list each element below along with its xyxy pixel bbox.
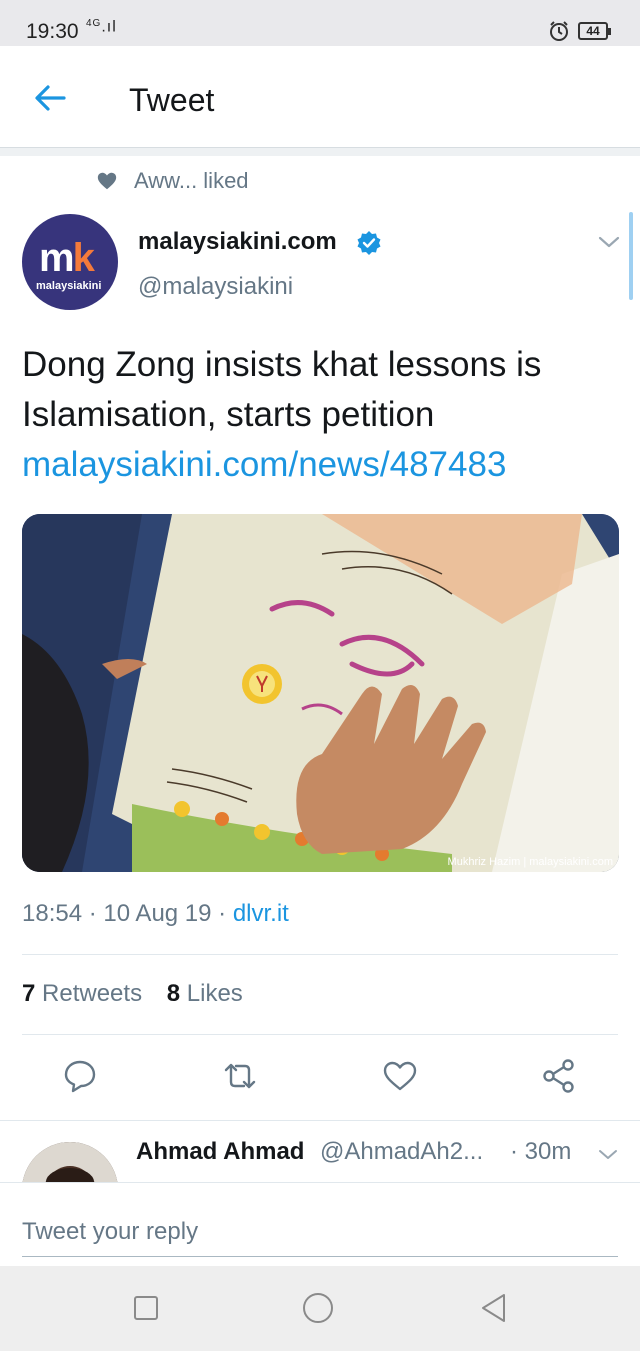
system-nav-bar	[0, 1266, 640, 1351]
social-context[interactable]: Aww... liked	[96, 168, 249, 194]
app-bar: Tweet	[0, 46, 640, 148]
author-name[interactable]: malaysiakini.com	[138, 228, 337, 256]
section-gap	[0, 148, 640, 156]
tweet-timestamp: 18:54 · 10 Aug 19 · dlvr.it	[22, 900, 289, 927]
back-triangle-icon[interactable]	[478, 1292, 510, 1324]
heart-small-icon	[97, 172, 117, 190]
avatar-logo-m: m	[39, 236, 75, 280]
media-illustration	[22, 514, 619, 872]
reply-author-handle[interactable]: @AhmadAh2...	[320, 1138, 483, 1166]
reply-input[interactable]	[22, 1207, 618, 1257]
scrollbar[interactable]	[629, 212, 633, 300]
reply-time: · 30m	[510, 1138, 572, 1165]
likes-stat[interactable]: 8 Likes	[167, 980, 243, 1007]
divider	[22, 954, 618, 955]
recent-apps-icon[interactable]	[130, 1292, 162, 1324]
home-icon[interactable]	[302, 1292, 334, 1324]
avatar-logo-k: k	[72, 236, 95, 280]
network-type: 4G	[86, 18, 102, 29]
retweets-label: Retweets	[42, 980, 143, 1007]
tweet-source-link[interactable]: dlvr.it	[233, 900, 289, 927]
retweets-stat[interactable]: 7 Retweets	[22, 980, 142, 1007]
retweets-count: 7	[22, 980, 36, 1007]
battery-level: 44	[586, 24, 600, 38]
divider	[0, 1120, 640, 1121]
tweet-stats: 7 Retweets 8 Likes	[22, 980, 243, 1008]
avatar-logo: mk	[39, 236, 95, 281]
divider	[22, 1034, 618, 1035]
alarm-icon	[550, 21, 568, 41]
tweet-body: Dong Zong insists khat lessons is Islami…	[22, 345, 542, 434]
share-icon[interactable]	[541, 1058, 577, 1094]
verified-badge-icon	[357, 231, 381, 255]
page-title: Tweet	[129, 82, 215, 118]
tweet-date: 10 Aug 19	[103, 900, 212, 927]
retweet-icon[interactable]	[222, 1058, 258, 1094]
heart-icon[interactable]	[382, 1058, 418, 1094]
avatar[interactable]: mk malaysiakini	[22, 214, 118, 310]
avatar-subtext: malaysiakini	[36, 280, 102, 292]
reply-composer	[0, 1182, 640, 1266]
signal-icon: 4G.ıl	[86, 18, 117, 36]
tweet-text: Dong Zong insists khat lessons is Islami…	[22, 340, 622, 490]
tweet-time: 18:54	[22, 900, 83, 927]
status-time: 19:30	[26, 20, 79, 43]
comment-icon[interactable]	[62, 1058, 98, 1094]
tweet-media-image[interactable]: Mukhriz Hazim | malaysiakini.com	[22, 514, 619, 872]
status-bar: 19:30 4G.ıl 44	[0, 0, 640, 46]
likes-label: Likes	[186, 980, 243, 1007]
likes-count: 8	[166, 980, 181, 1007]
social-context-text: Aww... liked	[134, 168, 249, 193]
tweet-link[interactable]: malaysiakini.com/news/487483	[22, 440, 622, 490]
arrow-left-icon[interactable]	[30, 78, 70, 118]
chevron-down-icon[interactable]	[597, 1146, 619, 1164]
tweet-actions	[0, 1058, 640, 1098]
author-handle[interactable]: @malaysiakini	[138, 273, 293, 301]
media-credit: Mukhriz Hazim | malaysiakini.com	[447, 856, 613, 868]
reply-author-name[interactable]: Ahmad Ahmad	[136, 1138, 304, 1166]
battery-icon: 44	[578, 22, 611, 40]
chevron-down-icon[interactable]	[597, 232, 621, 252]
